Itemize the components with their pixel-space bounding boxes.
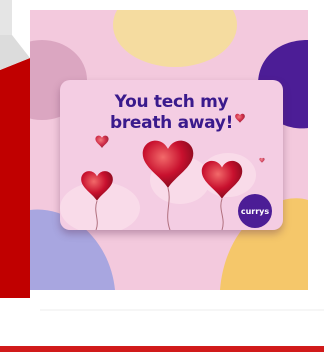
gift-card-product-image[interactable]: You tech my breath away! currys <box>30 10 308 290</box>
bottom-band <box>0 346 324 352</box>
heart-balloon-icon <box>95 135 109 148</box>
card-headline: You tech my breath away! <box>60 92 283 134</box>
side-strip-red <box>0 58 30 298</box>
card-headline-line-2: breath away! <box>109 113 234 133</box>
side-strip-top <box>0 0 12 35</box>
blob-yellow-top <box>113 10 237 67</box>
card-headline-line-1: You tech my <box>114 92 229 112</box>
gift-card: You tech my breath away! currys <box>60 80 283 230</box>
heart-balloon-icon <box>259 157 265 163</box>
brand-logo-badge: currys <box>238 194 272 228</box>
